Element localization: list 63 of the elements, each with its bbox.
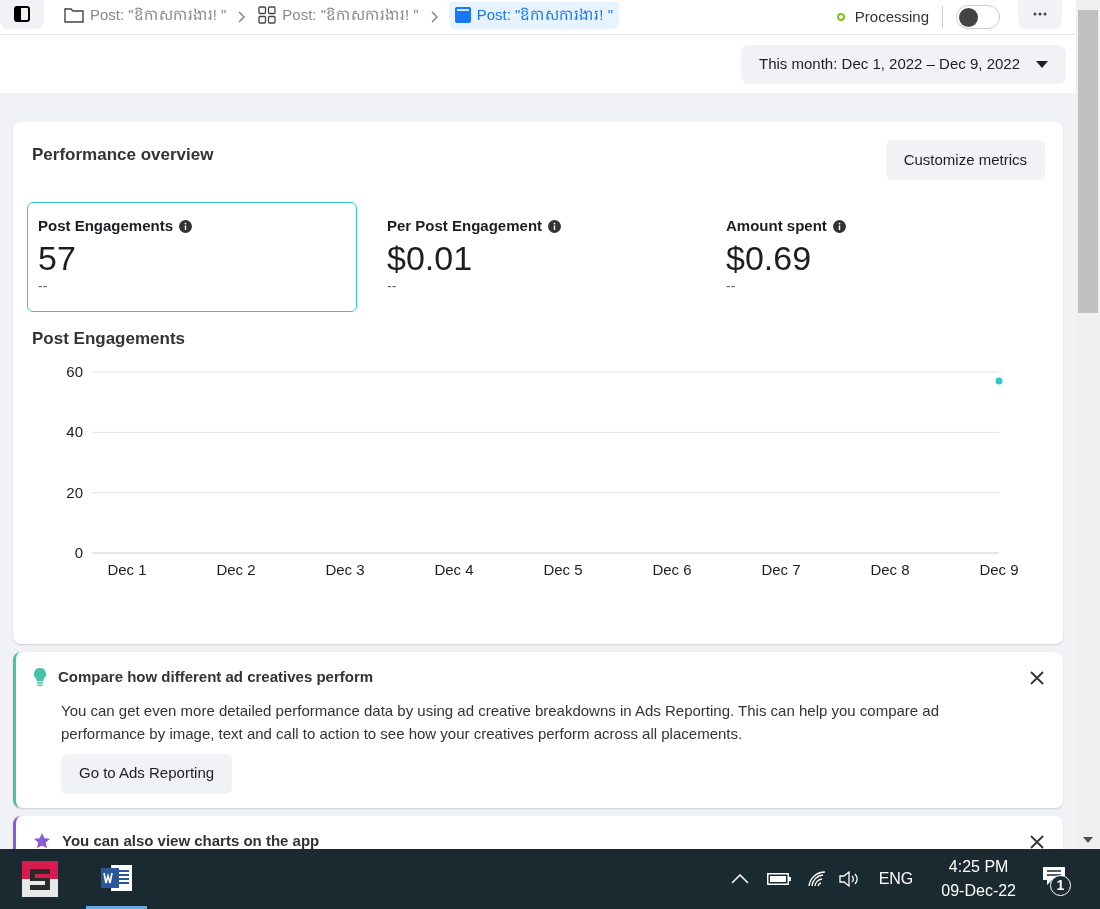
sidebar-toggle-button[interactable] <box>0 0 44 29</box>
tip-description: You can get even more detailed performance data by using ad creative breakdowns in Ads Reporting. This can help you compare ad performance by image, text and call to action to see how your creatives perform across all placements. <box>61 700 941 744</box>
axis-tick-label: Dec 2 <box>216 560 256 578</box>
metric-tile[interactable]: Per Post Engagement $0.01 -- <box>376 202 696 312</box>
metric-change: -- <box>38 277 49 294</box>
info-icon[interactable] <box>179 219 193 233</box>
metric-value: $0.01 <box>387 237 474 278</box>
grid-icon <box>258 6 277 24</box>
clock-time[interactable]: 4:25 PM <box>948 855 1009 879</box>
scroll-down-icon[interactable] <box>1083 837 1093 843</box>
breadcrumb-link[interactable]: Post: "ឱកាសការងារ! " <box>256 1 421 29</box>
chevron-right-icon <box>238 11 247 23</box>
axis-tick-label: 0 <box>74 543 83 561</box>
scrollbar[interactable] <box>1076 0 1100 849</box>
folder-icon <box>64 7 84 23</box>
more-icon <box>1033 12 1047 16</box>
notification-badge: 1 <box>1050 875 1071 896</box>
axis-tick-label: Dec 3 <box>325 560 365 578</box>
metric-tile[interactable]: Amount spent $0.69 -- <box>715 202 1035 312</box>
axis-tick-label: Dec 8 <box>870 560 910 578</box>
speaker-icon[interactable] <box>838 870 861 888</box>
customize-metrics-button[interactable]: Customize metrics <box>885 140 1045 180</box>
metric-label: Per Post Engagement <box>387 216 543 236</box>
axis-tick-label: Dec 9 <box>979 560 1019 578</box>
language-indicator[interactable]: ENG <box>878 867 914 891</box>
battery-icon[interactable] <box>766 873 791 885</box>
close-icon[interactable] <box>1030 834 1044 849</box>
axis-tick-label: 40 <box>66 422 83 440</box>
chevron-up-icon[interactable] <box>730 874 749 884</box>
info-icon[interactable] <box>548 219 562 233</box>
breadcrumb-link[interactable]: Post: "ឱកាសការងារ! " <box>448 1 620 29</box>
metric-value: $0.69 <box>726 237 813 278</box>
metric-change: -- <box>387 277 398 294</box>
axis-tick-label: Dec 7 <box>761 560 801 578</box>
metric-label: Amount spent <box>726 216 827 236</box>
metric-value: 57 <box>38 237 77 278</box>
info-icon[interactable] <box>832 219 846 233</box>
tip-title: You can also view charts on the app <box>62 830 320 849</box>
metric-tile[interactable]: Post Engagements 57 -- <box>27 202 357 312</box>
go-to-ads-reporting-button[interactable]: Go to Ads Reporting <box>61 753 233 794</box>
axis-tick-label: Dec 4 <box>434 560 474 578</box>
date-range-dropdown[interactable]: This month: Dec 1, 2022 – Dec 9, 2022 <box>741 44 1066 84</box>
breadcrumb-link[interactable]: Post: "ឱកាសការងារ! " <box>62 1 229 29</box>
close-icon[interactable] <box>1030 671 1044 685</box>
axis-tick-label: Dec 5 <box>543 560 583 578</box>
clock-date[interactable]: 09-Dec-22 <box>941 879 1016 903</box>
card-title: Performance overview <box>32 144 214 166</box>
axis-tick-label: 60 <box>66 362 83 380</box>
metric-change: -- <box>726 277 737 294</box>
post-icon <box>454 7 471 23</box>
metric-label: Post Engagements <box>38 216 174 236</box>
chart-title: Post Engagements <box>32 328 187 350</box>
lightbulb-icon <box>34 668 46 687</box>
axis-tick-label: Dec 6 <box>652 560 692 578</box>
caret-icon <box>1036 60 1048 68</box>
axis-tick-label: 20 <box>66 483 83 501</box>
status-label: Processing <box>854 6 929 27</box>
sidebar-icon <box>14 6 30 22</box>
tip-title: Compare how different ad creatives perform <box>58 667 374 687</box>
document-app-icon[interactable] <box>100 862 133 893</box>
chevron-right-icon <box>430 11 439 23</box>
axis-tick-label: Dec 1 <box>107 560 147 578</box>
app-logo-icon[interactable] <box>22 861 58 897</box>
